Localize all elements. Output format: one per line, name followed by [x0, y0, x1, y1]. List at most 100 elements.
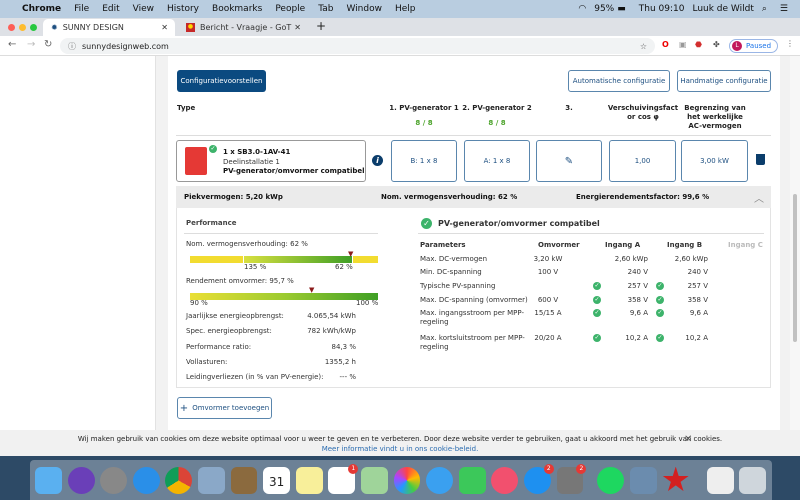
badge: 1: [348, 463, 359, 474]
reminders-icon[interactable]: 1: [328, 463, 359, 494]
efficiency-bar: [190, 293, 378, 300]
messages-icon[interactable]: [426, 466, 454, 494]
info-icon[interactable]: i: [372, 155, 383, 166]
wifi-icon[interactable]: ◠: [578, 4, 586, 14]
forward-icon[interactable]: →: [27, 39, 35, 50]
cookie-policy-link[interactable]: Meer informatie vindt u in ons cookie-be…: [0, 444, 800, 454]
close-tab-icon[interactable]: ✕: [294, 23, 301, 32]
menu-view[interactable]: View: [133, 4, 154, 14]
back-icon[interactable]: ←: [8, 39, 16, 50]
new-tab-icon[interactable]: +: [316, 19, 326, 33]
url-field[interactable]: ⓘ sunnydesignweb.com ☆: [60, 38, 655, 54]
cos-phi-cell[interactable]: 1,00: [609, 140, 676, 182]
menu-app[interactable]: Chrome: [22, 4, 61, 14]
photos-icon[interactable]: [393, 466, 421, 494]
col-type: Type: [177, 104, 196, 112]
battery-percent[interactable]: 95%: [594, 4, 614, 14]
close-icon[interactable]: ✕: [684, 435, 692, 445]
spotify-icon[interactable]: [597, 466, 624, 494]
bookmark-star-icon[interactable]: ☆: [640, 42, 647, 51]
adblock-icon[interactable]: ⬣: [695, 40, 702, 49]
siri-icon[interactable]: [67, 466, 95, 494]
clock[interactable]: Thu 09:10: [639, 4, 685, 14]
preview-icon[interactable]: [629, 466, 657, 494]
pdf-document-icon[interactable]: [706, 466, 734, 494]
calendar-icon[interactable]: 31: [263, 466, 291, 494]
info-icon[interactable]: ⓘ: [68, 41, 76, 52]
menu-edit[interactable]: Edit: [102, 4, 119, 14]
ratio-bar-green-zone: [243, 256, 353, 263]
menu-people[interactable]: People: [275, 4, 305, 14]
profile-status: Paused: [746, 42, 772, 50]
manual-config-button[interactable]: Handmatige configuratie: [677, 70, 771, 92]
launchpad-icon[interactable]: [100, 466, 128, 494]
menu-file[interactable]: File: [74, 4, 89, 14]
tab-sunny-design[interactable]: ✹ SUNNY DESIGN ✕: [43, 19, 175, 36]
menu-history[interactable]: History: [167, 4, 199, 14]
inverter-subinstallation: Deelinstallatie 1: [223, 158, 280, 166]
chrome-icon[interactable]: [165, 466, 193, 494]
notes-icon[interactable]: [295, 466, 323, 494]
power-ratio: Nom. vermogensverhouding: 62 %: [381, 193, 518, 201]
facetime-icon[interactable]: [458, 466, 486, 494]
extensions-puzzle-icon[interactable]: ✤: [713, 40, 720, 49]
inverter-card[interactable]: ✓ 1 x SB3.0-1AV-41 Deelinstallatie 1 PV-…: [176, 140, 366, 182]
pv1-cell[interactable]: B: 1 x 8: [391, 140, 457, 182]
input-b-value: 257 V: [687, 282, 708, 290]
add-inverter-label: Omvormer toevoegen: [192, 404, 270, 412]
chevron-up-icon[interactable]: ︿: [754, 190, 764, 205]
notification-center-icon[interactable]: ☰: [780, 4, 788, 14]
system-preferences-icon[interactable]: 2: [556, 463, 587, 494]
profile-button[interactable]: L Paused: [729, 39, 778, 53]
tab-bericht[interactable]: ● Bericht - Vraagje - GoT ✕: [178, 19, 308, 36]
pv2-cell[interactable]: A: 1 x 8: [464, 140, 530, 182]
close-tab-icon[interactable]: ✕: [161, 23, 168, 32]
compatible-check-icon: ✓: [421, 218, 432, 229]
scrollbar-thumb[interactable]: [793, 194, 797, 342]
ac-limit-cell[interactable]: 3,00 kW: [681, 140, 748, 182]
col-3: 3.: [565, 104, 573, 112]
music-icon[interactable]: [491, 466, 519, 494]
close-window-button[interactable]: [8, 24, 15, 31]
star-app-icon[interactable]: [662, 466, 689, 492]
maps-icon[interactable]: [360, 466, 388, 494]
minimize-window-button[interactable]: [19, 24, 26, 31]
address-bar-row: ← → ↻ ⓘ sunnydesignweb.com ☆ O ▣ ⬣ ✤ L P…: [0, 36, 800, 56]
menu-bookmarks[interactable]: Bookmarks: [212, 4, 262, 14]
extension-icon[interactable]: ▣: [679, 40, 687, 49]
battery-icon[interactable]: ▬: [617, 4, 626, 14]
trash-bin-icon[interactable]: [739, 466, 767, 494]
check-icon: ✓: [593, 334, 601, 342]
reload-icon[interactable]: ↻: [44, 39, 52, 50]
finder-icon[interactable]: [35, 466, 62, 494]
maximize-window-button[interactable]: [30, 24, 37, 31]
trash-icon[interactable]: [756, 154, 765, 165]
menu-tab[interactable]: Tab: [318, 4, 333, 14]
check-icon: ✓: [656, 282, 664, 290]
opera-extension-icon[interactable]: O: [662, 40, 669, 49]
col-ac-limit: Begrenzing van het werkelijke AC-vermoge…: [684, 104, 746, 130]
mail-icon[interactable]: [197, 466, 225, 494]
param-name: Max. DC-spanning (omvormer): [420, 296, 528, 304]
spotlight-icon[interactable]: ⌕: [762, 4, 767, 14]
scrollbar[interactable]: [790, 56, 800, 430]
inverter-name: 1 x SB3.0-1AV-41: [223, 148, 291, 156]
user-name[interactable]: Luuk de Wildt: [692, 4, 753, 14]
check-icon: ✓: [593, 282, 601, 290]
auto-config-button[interactable]: Automatische configuratie: [568, 70, 670, 92]
app-store-icon[interactable]: 2: [523, 463, 554, 494]
input-a-value: 240 V: [627, 268, 648, 276]
menu-help[interactable]: Help: [395, 4, 416, 14]
param-name: Max. ingangsstroom per MPP-regeling: [420, 309, 524, 326]
menu-window[interactable]: Window: [346, 4, 382, 14]
safari-icon[interactable]: [132, 466, 160, 494]
col-pv1: 1. PV-generator 1: [389, 104, 459, 112]
col-cos: Verschuivingsfact or cos φ: [607, 104, 679, 121]
more-menu-icon[interactable]: ⋮: [786, 39, 794, 48]
summary-bar[interactable]: Piekvermogen: 5,20 kWp Nom. vermogensver…: [176, 186, 771, 208]
contacts-icon[interactable]: [230, 466, 258, 494]
edit-pencil-icon[interactable]: ✎: [536, 140, 602, 182]
dock: 31 1 2 2: [30, 460, 772, 500]
add-inverter-button[interactable]: + Omvormer toevoegen: [177, 397, 272, 419]
proposals-button[interactable]: Configuratievoorstellen: [177, 70, 266, 92]
